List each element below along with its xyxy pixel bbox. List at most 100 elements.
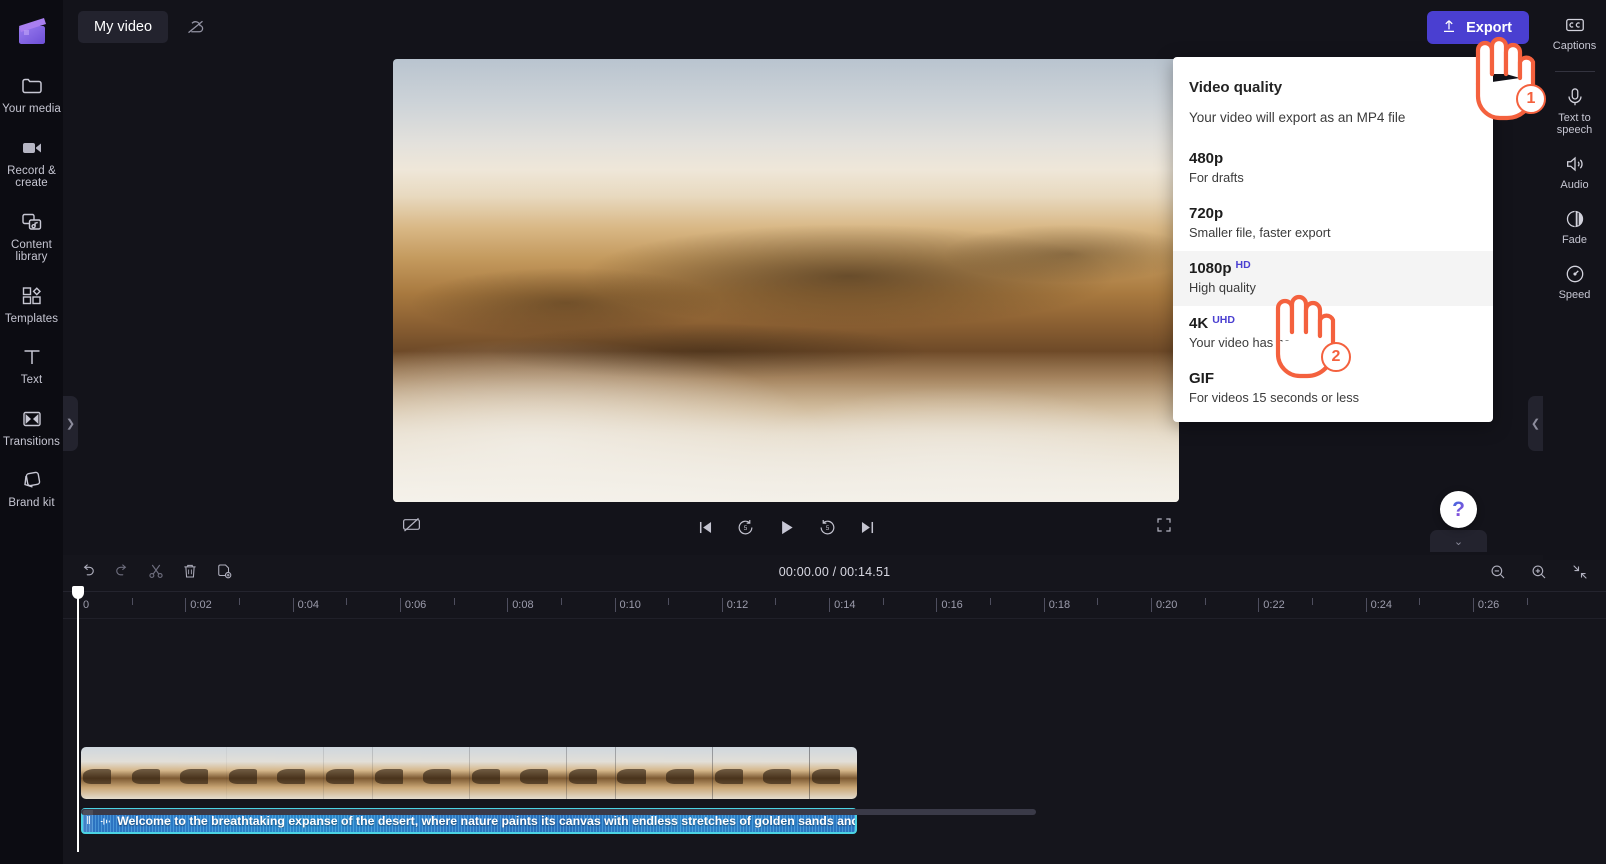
collapse-right-panel-button[interactable]: ❮ [1528,396,1543,451]
clip-thumbnail-image [664,747,713,799]
ruler-tick-minor [453,598,455,605]
collapse-left-panel-button[interactable]: ❯ [63,396,78,451]
clip-thumbnail [761,747,810,799]
ruler-tick-major [1365,598,1367,612]
desert-dunes-frame [393,59,1179,502]
clip-thumbnail-image [809,747,857,799]
timeline-ruler[interactable]: 0 0:02 0:04 0:06 0:08 0:10 0:12 0:14 0:16 0:18 0:2… [63,592,1606,619]
clip-thumbnail-image [323,747,373,799]
fullscreen-icon[interactable] [1155,516,1173,539]
sidebar-label: Templates [4,312,59,325]
sidebar-item-text[interactable]: Text [0,345,63,387]
upload-arrow-icon [1441,18,1457,38]
fade-circle-icon [1564,208,1586,230]
export-button-label: Export [1466,19,1512,36]
clip-thumbnail [664,747,713,799]
panel-item-captions[interactable]: Captions [1543,14,1606,52]
panel-item-text-to-speech[interactable]: Text to speech [1543,86,1606,136]
sidebar-item-templates[interactable]: Templates [0,284,63,326]
panel-item-speed[interactable]: Speed [1543,263,1606,301]
rewind-5-icon[interactable]: 5 [736,518,755,537]
project-title-input[interactable]: My video [78,10,169,43]
clip-thumbnail-image [372,747,422,799]
export-option-720p[interactable]: 720p Smaller file, faster export [1173,196,1493,251]
clip-thumbnail-image [469,747,519,799]
ruler-tick-label: 0:18 [1048,599,1071,611]
ruler-tick-label: 0:10 [619,599,641,611]
sidebar-item-transitions[interactable]: Transitions [0,407,63,449]
ruler-tick-label: 0:02 [190,599,212,611]
clip-thumbnail-image [421,747,470,799]
right-sidebar: Captions Text to speech Audio Fade Speed [1543,0,1606,560]
media-stack-icon [20,210,44,234]
captions-off-icon[interactable] [401,514,422,540]
annotation-step-badge-2: 2 [1321,342,1351,372]
text-t-icon [20,345,44,369]
ruler-tick-label: 0:22 [1263,599,1285,611]
ruler-tick-minor [1204,598,1206,605]
timeline: 00:00.00 / 00:14.51 0 0:02 0:04 0:06 0:0… [63,555,1606,864]
clip-thumbnail [226,747,276,799]
option-desc: Smaller file, faster export [1189,225,1331,240]
clip-thumbnail-image [129,747,179,799]
skip-back-icon[interactable] [696,518,715,537]
clip-thumbnail-image [81,747,130,799]
svg-text:5: 5 [743,525,747,532]
ruler-tick-minor [1419,598,1421,605]
clip-thumbnail-image [761,747,810,799]
ruler-tick-major [614,598,616,612]
playhead-handle[interactable] [72,586,84,599]
panel-item-fade[interactable]: Fade [1543,208,1606,246]
video-preview[interactable] [393,59,1179,502]
ruler-tick-label: 0:26 [1477,599,1500,611]
sidebar-label: Brand kit [8,497,55,509]
option-desc: For videos 15 seconds or less [1189,390,1359,405]
sidebar-label: Text [20,374,43,386]
clip-thumbnail [372,747,422,799]
video-camera-icon [20,136,44,160]
panel-item-audio[interactable]: Audio [1543,153,1606,191]
clip-thumbnail [469,747,519,799]
sidebar-item-brand-kit[interactable]: Brand kit [0,468,63,510]
option-desc: High quality [1189,280,1256,295]
clip-thumbnail [615,747,665,799]
video-clip[interactable] [81,747,857,799]
clip-left-handle[interactable]: ‖ [83,810,94,832]
sidebar-item-content-library[interactable]: Content library [0,210,63,264]
ruler-tick-major [721,598,723,612]
export-option-1080p[interactable]: 1080p HD High quality [1173,251,1493,306]
playhead[interactable] [72,586,84,852]
panel-label: Fade [1561,234,1588,246]
panel-label: Captions [1552,40,1597,52]
fit-to-screen-button[interactable] [1565,561,1594,588]
sidebar-item-your-media[interactable]: Your media [0,74,63,116]
cloud-off-icon[interactable] [178,11,212,43]
ruler-tick-minor [346,598,348,605]
uhd-badge: UHD [1212,314,1235,326]
forward-5-icon[interactable]: 5 [818,518,837,537]
speech-icon [1564,86,1586,108]
transitions-icon [20,407,44,431]
folder-icon [20,74,44,98]
export-button[interactable]: Export [1427,11,1529,44]
help-button[interactable]: ? [1440,491,1477,528]
sidebar-item-record-create[interactable]: Record & create [0,136,63,190]
dropdown-subtitle: Your video will export as an MP4 file [1189,110,1406,125]
option-name: 480p [1189,150,1224,167]
ruler-tick-minor [882,598,884,605]
collapse-timeline-button[interactable]: ⌄ [1430,530,1487,552]
play-icon[interactable] [776,517,797,538]
ruler-tick-major [829,598,831,612]
speedometer-icon [1564,263,1586,285]
clip-thumbnail [81,747,130,799]
ruler-tick-major [1258,598,1260,612]
zoom-in-button[interactable] [1524,561,1553,588]
skip-forward-icon[interactable] [858,518,877,537]
ruler-tick-major [185,598,187,612]
sidebar-divider [1554,71,1595,72]
ruler-tick-major [936,598,938,612]
export-option-480p[interactable]: 480p For drafts [1173,141,1493,196]
ruler-tick-minor [560,598,562,605]
zoom-out-button[interactable] [1483,561,1512,588]
timecode-display: 00:00.00 / 00:14.51 [778,565,891,579]
